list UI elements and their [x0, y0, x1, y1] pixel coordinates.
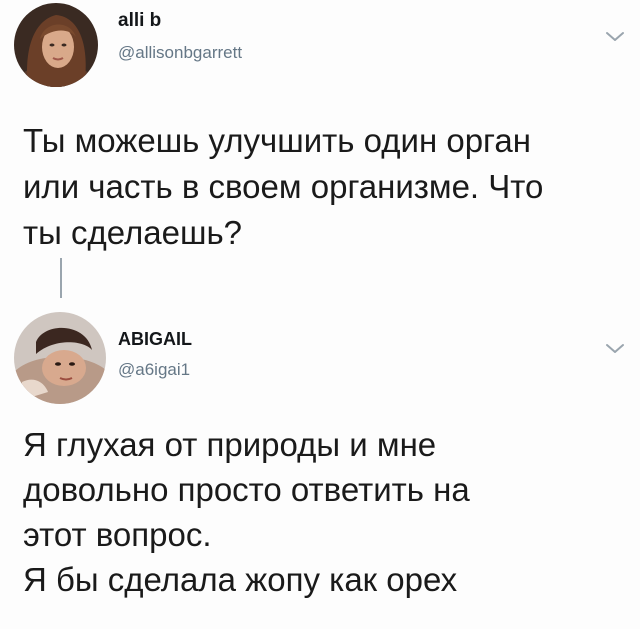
tweet-reply[interactable]: ABIGAIL @a6igai1 Я глухая от природы и м…: [0, 300, 640, 629]
tweet-text-line: довольно просто ответить на: [23, 471, 470, 508]
thread-connector: [60, 258, 62, 298]
tweet-text-line: Я бы сделала жопу как орех: [23, 561, 458, 598]
avatar[interactable]: [14, 312, 106, 404]
tweet-thread-screenshot: alli b @allisonbgarrett Ты можешь улучши…: [0, 0, 640, 629]
chevron-down-icon[interactable]: [604, 30, 626, 44]
tweet-original[interactable]: alli b @allisonbgarrett Ты можешь улучши…: [0, 0, 640, 300]
tweet-text: Я глухая от природы и мне довольно прост…: [23, 422, 470, 602]
tweet-text-line: Я глухая от природы и мне: [23, 426, 437, 463]
tweet-text-line: Ты можешь улучшить один орган: [23, 122, 531, 159]
avatar[interactable]: [14, 3, 98, 87]
profile-photo-icon: [14, 3, 98, 87]
display-name[interactable]: ABIGAIL: [118, 329, 192, 350]
tweet-text-line: или часть в своем организме. Что: [23, 168, 544, 205]
tweet-text: Ты можешь улучшить один орган или часть …: [23, 118, 543, 256]
tweet-text-line: этот вопрос.: [23, 516, 212, 553]
display-name[interactable]: alli b: [118, 10, 161, 32]
user-handle[interactable]: @a6igai1: [118, 360, 190, 380]
profile-photo-icon: [14, 312, 106, 404]
chevron-down-icon[interactable]: [604, 342, 626, 356]
tweet-text-line: ты сделаешь?: [23, 214, 242, 251]
user-handle[interactable]: @allisonbgarrett: [118, 43, 242, 63]
